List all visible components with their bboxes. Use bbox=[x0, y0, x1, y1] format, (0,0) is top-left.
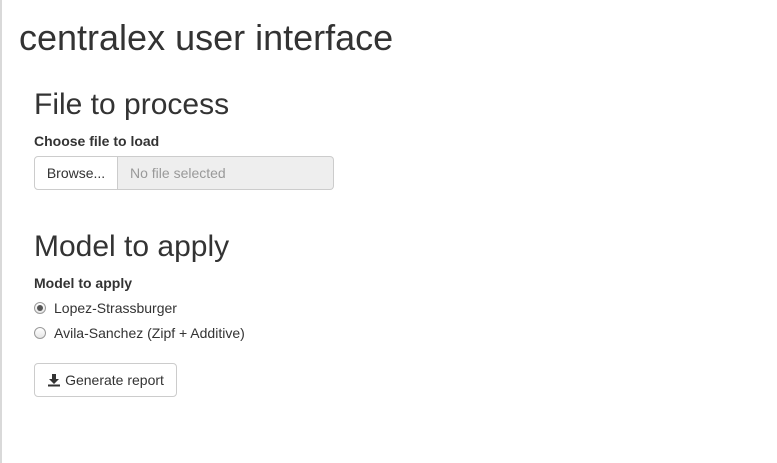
file-section-heading: File to process bbox=[34, 88, 230, 121]
generate-report-label: Generate report bbox=[65, 372, 164, 388]
model-section-heading: Model to apply bbox=[34, 230, 230, 263]
download-icon bbox=[48, 374, 61, 387]
radio-button-selected[interactable] bbox=[34, 302, 46, 314]
model-radio-label: Model to apply bbox=[34, 275, 132, 291]
model-option-label: Avila-Sanchez (Zipf + Additive) bbox=[54, 325, 245, 341]
page-title: centralex user interface bbox=[19, 17, 394, 58]
model-option-label: Lopez-Strassburger bbox=[54, 300, 177, 316]
file-input-group: Browse... No file selected bbox=[34, 156, 334, 190]
app-frame: centralex user interface File to process… bbox=[0, 0, 775, 463]
model-option-lopez-strassburger[interactable]: Lopez-Strassburger bbox=[34, 298, 177, 318]
file-input-label: Choose file to load bbox=[34, 133, 160, 149]
generate-report-button[interactable]: Generate report bbox=[34, 363, 177, 397]
file-name-field[interactable]: No file selected bbox=[118, 156, 334, 190]
model-option-avila-sanchez[interactable]: Avila-Sanchez (Zipf + Additive) bbox=[34, 323, 245, 343]
radio-button[interactable] bbox=[34, 327, 46, 339]
browse-button[interactable]: Browse... bbox=[34, 156, 118, 190]
